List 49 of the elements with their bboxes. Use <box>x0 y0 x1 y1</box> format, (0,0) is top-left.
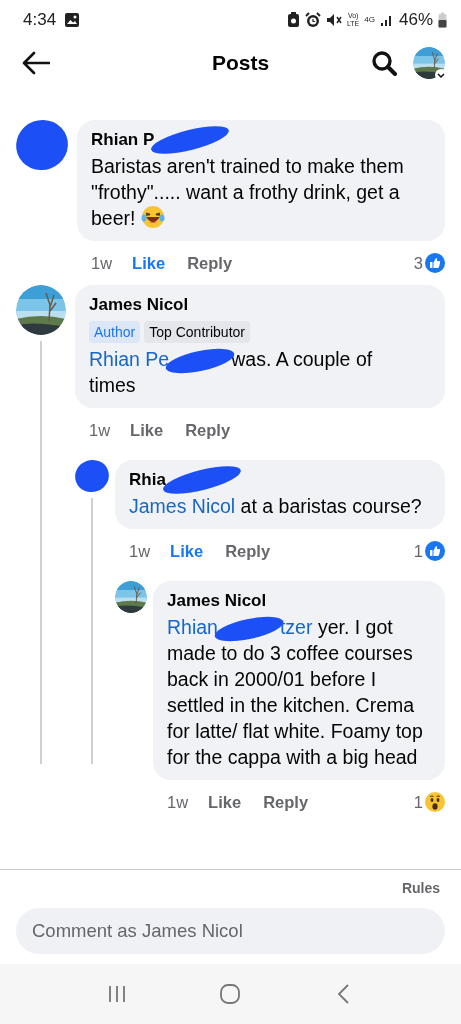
caret-icon[interactable] <box>435 69 447 81</box>
battery-saver-icon <box>286 12 300 28</box>
network-label: 4G <box>364 16 375 24</box>
author-name[interactable]: Rhian P <box>91 130 155 150</box>
wow-reaction-icon <box>425 792 445 812</box>
image-icon <box>64 12 81 28</box>
battery-icon <box>438 12 447 28</box>
mention-link[interactable]: Rhian <box>167 616 218 638</box>
reaction-count: 1 <box>413 541 423 561</box>
like-link[interactable]: Like <box>170 541 204 561</box>
rules-link[interactable]: Rules <box>401 880 440 896</box>
timestamp: 1w <box>89 420 111 440</box>
mention-link[interactable]: James Nicol <box>129 495 236 517</box>
like-link[interactable]: Like <box>208 792 242 812</box>
clock-time: 4:34 <box>23 10 57 30</box>
author-name[interactable]: James Nicol <box>89 295 189 315</box>
like-link[interactable]: Like <box>130 420 164 440</box>
signal-icon <box>379 13 394 27</box>
timestamp: 1w <box>167 792 189 812</box>
comment-text: James Nicol at a baristas course? <box>129 494 423 519</box>
reaction-count: 3 <box>413 253 423 273</box>
reply-link[interactable]: Reply <box>225 541 271 561</box>
like-link[interactable]: Like <box>132 253 166 273</box>
author-name[interactable]: James Nicol <box>167 591 267 611</box>
battery-percent: 46% <box>398 10 433 30</box>
mention-link[interactable]: Rhian Pe <box>89 348 170 370</box>
search-icon[interactable] <box>371 50 397 76</box>
author-label: Author <box>89 321 141 343</box>
timestamp: 1w <box>129 541 151 561</box>
reply-link[interactable]: Reply <box>185 420 231 440</box>
comment-field[interactable]: Comment as James Nicol <box>16 908 445 954</box>
comment-text: Rhian tzer yer. I got made to do 3 coffee courses back in 2000/01 before I settled in the kitchen. Crema for latte/ flat white. Foamy top for the cappa with a big head <box>167 614 423 770</box>
reply-link[interactable]: Reply <box>187 253 233 273</box>
comment-text: Rhian Pe was. A couple of times <box>89 346 423 398</box>
comment-text: Baristas aren't trained to make them "frothy"..... want a frothy drink, get a beer! <box>91 154 405 231</box>
like-reaction-icon <box>425 253 445 273</box>
contributor-label: Top Contributor <box>144 321 250 343</box>
reply-link[interactable]: Reply <box>263 792 309 812</box>
author-name[interactable]: Rhia <box>129 470 166 490</box>
like-reaction-icon <box>425 541 445 561</box>
mute-icon <box>325 12 342 28</box>
page-title: Posts <box>210 51 271 75</box>
mention-link[interactable]: tzer <box>279 616 313 638</box>
home-icon[interactable] <box>218 982 243 1006</box>
laughing-emoji-icon <box>140 205 165 229</box>
timestamp: 1w <box>91 253 113 273</box>
alarm-icon <box>304 12 321 28</box>
reaction-count: 1 <box>413 792 423 812</box>
back-arrow-icon[interactable] <box>22 51 50 75</box>
